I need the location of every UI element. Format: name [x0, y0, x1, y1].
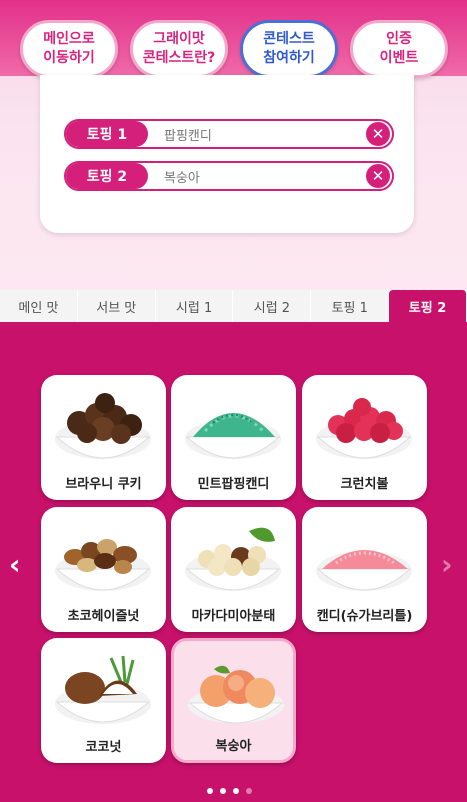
prev-page-arrow-icon[interactable]: ‹: [9, 548, 21, 581]
coconut-icon: [55, 655, 151, 724]
topping-1-row: 토핑 1 팝핑캔디 ✕: [64, 119, 394, 149]
nav-pill-contest-info[interactable]: 그래이맛 콘테스트란?: [130, 20, 228, 78]
topping-1-value: 팝핑캔디: [164, 128, 212, 144]
crunch-ball-icon: [316, 398, 412, 459]
nav-pill-join-contest[interactable]: 콘테스트 참여하기: [240, 20, 338, 78]
topping-item-choco-hazelnut[interactable]: 초코헤이즐넛: [41, 507, 166, 632]
pill-line2: 콘테스트란?: [142, 50, 216, 66]
peach-icon: [188, 665, 284, 724]
item-label: 민트팝핑캔디: [197, 477, 270, 492]
remove-topping-2-button[interactable]: ✕: [366, 164, 390, 188]
topping-2-row: 토핑 2 복숭아 ✕: [64, 161, 394, 191]
item-label: 캔디(슈가브리틀): [316, 609, 413, 624]
topping-item-macadamia[interactable]: 마카다미아분태: [171, 507, 296, 632]
pill-line1: 메인으로: [43, 31, 95, 47]
remove-topping-1-button[interactable]: ✕: [366, 122, 390, 146]
nav-pill-certify-event[interactable]: 인증 이벤트: [350, 20, 448, 78]
topping-2-value: 복숭아: [164, 170, 200, 186]
pill-line2: 참여하기: [263, 50, 315, 66]
next-page-arrow-icon[interactable]: ›: [441, 548, 453, 581]
tab-sub-flavor[interactable]: 서브 맛: [77, 290, 156, 322]
pill-line1: 콘테스트: [263, 31, 315, 47]
pill-line1: 인증: [386, 31, 412, 47]
pill-line2: 이벤트: [379, 50, 419, 66]
topping-item-coconut[interactable]: 코코넛: [41, 638, 166, 763]
category-tabs: 메인 맛 서브 맛 시럽 1 시럽 2 토핑 1 토핑 2: [0, 290, 467, 322]
pill-line1: 그래이맛: [153, 31, 205, 47]
selection-card: [40, 75, 414, 233]
item-label: 마카다미아분태: [191, 609, 276, 624]
macadamia-icon: [185, 527, 281, 591]
item-label: 브라우니 쿠키: [65, 477, 142, 492]
topping-item-mint-popping-candy[interactable]: 민트팝핑캔디: [171, 375, 296, 500]
tab-syrup-2[interactable]: 시럽 2: [233, 290, 312, 322]
item-label: 코코넛: [85, 740, 122, 755]
item-label: 크런치볼: [340, 477, 389, 492]
tab-syrup-1[interactable]: 시럽 1: [155, 290, 234, 322]
topping-item-sugar-brittle[interactable]: 캔디(슈가브리틀): [302, 507, 427, 632]
nav-pill-main[interactable]: 메인으로 이동하기: [20, 20, 118, 78]
topping-2-tag: 토핑 2: [66, 163, 148, 189]
page-dot[interactable]: [246, 788, 252, 794]
pill-line2: 이동하기: [43, 50, 95, 66]
item-label: 초코헤이즐넛: [67, 609, 140, 624]
topping-1-tag: 토핑 1: [66, 121, 148, 147]
tab-topping-2[interactable]: 토핑 2: [389, 290, 467, 322]
mint-popping-candy-icon: [185, 413, 281, 459]
sugar-brittle-icon: [316, 550, 412, 591]
topping-item-brownie-cookie[interactable]: 브라우니 쿠키: [41, 375, 166, 500]
pagination-dots: [207, 788, 252, 794]
topping-item-crunch-ball[interactable]: 크런치볼: [302, 375, 427, 500]
item-label: 복숭아: [215, 739, 252, 754]
brownie-cookie-icon: [55, 393, 151, 459]
tab-main-flavor[interactable]: 메인 맛: [0, 290, 78, 322]
page-dot[interactable]: [220, 788, 226, 794]
page-dot[interactable]: [207, 788, 213, 794]
topping-item-peach[interactable]: 복숭아: [171, 638, 296, 763]
choco-hazelnut-icon: [55, 539, 151, 591]
page-dot[interactable]: [233, 788, 239, 794]
tab-topping-1[interactable]: 토핑 1: [311, 290, 390, 322]
